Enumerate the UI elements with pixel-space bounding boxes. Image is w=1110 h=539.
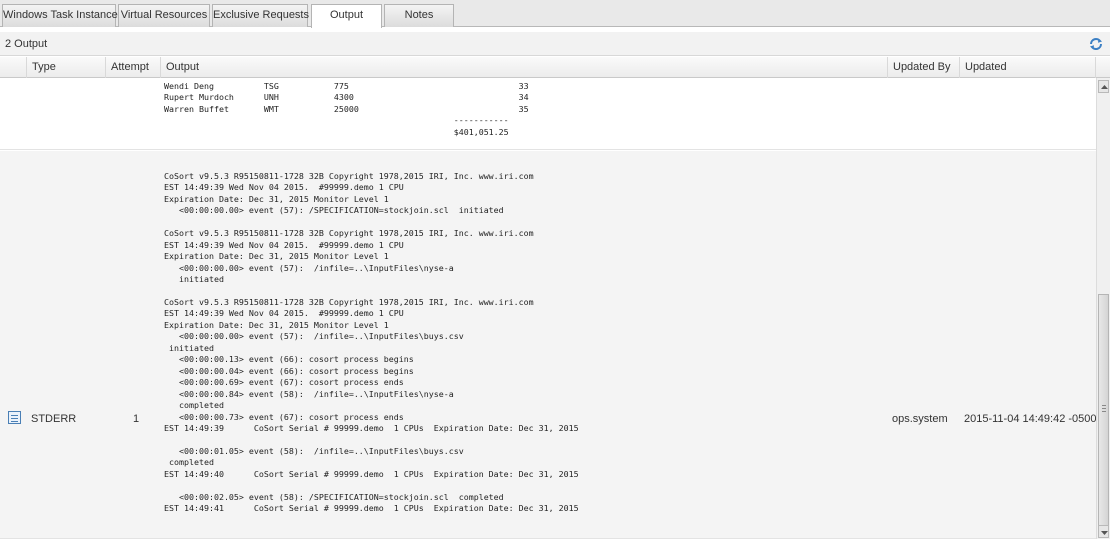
vertical-scrollbar[interactable] [1096,78,1110,539]
panel-title: 2 Output [5,38,48,50]
column-updated-by[interactable]: Updated By [888,57,960,78]
refresh-icon[interactable] [1088,36,1104,52]
output-grid: Wendi Deng TSG 775 33 Rupert Murdoch UNH… [0,78,1096,539]
column-updated[interactable]: Updated [960,57,1096,78]
chevron-down-icon [1101,531,1108,535]
scroll-down-button[interactable] [1098,525,1109,538]
updated-by-cell: ops.system [892,413,948,425]
column-header: Type Attempt Output Updated By Updated [0,57,1110,78]
column-attempt[interactable]: Attempt [106,57,161,78]
column-type[interactable]: Type [27,57,106,78]
attempt-cell: 1 [133,413,140,425]
type-cell: STDERR [31,413,77,425]
output-text: Wendi Deng TSG 775 33 Rupert Murdoch UNH… [164,81,529,137]
table-row[interactable]: Wendi Deng TSG 775 33 Rupert Murdoch UNH… [0,78,1096,150]
tab-output[interactable]: Output [311,4,382,28]
tab-notes[interactable]: Notes [384,4,454,27]
tab-virtual-resources[interactable]: Virtual Resources [118,4,210,27]
column-output[interactable]: Output [161,57,888,78]
updated-cell: 2015-11-04 14:49:42 -0500 [964,413,1096,425]
document-icon[interactable] [8,411,21,424]
scroll-up-button[interactable] [1098,80,1109,93]
panel-header: 2 Output [0,32,1110,56]
tab-bar: Windows Task Instance Virtual Resources … [0,0,1110,28]
table-row[interactable]: STDERR 1 CoSort v9.5.3 R95150811-1728 32… [0,151,1096,539]
tab-exclusive-requests[interactable]: Exclusive Requests [212,4,309,27]
scrollbar-thumb[interactable] [1098,294,1109,526]
tab-windows-task-instance[interactable]: Windows Task Instance [2,4,118,27]
output-text: CoSort v9.5.3 R95150811-1728 32B Copyrig… [164,171,579,514]
column-icon-spacer [0,57,27,78]
chevron-up-icon [1101,85,1108,89]
